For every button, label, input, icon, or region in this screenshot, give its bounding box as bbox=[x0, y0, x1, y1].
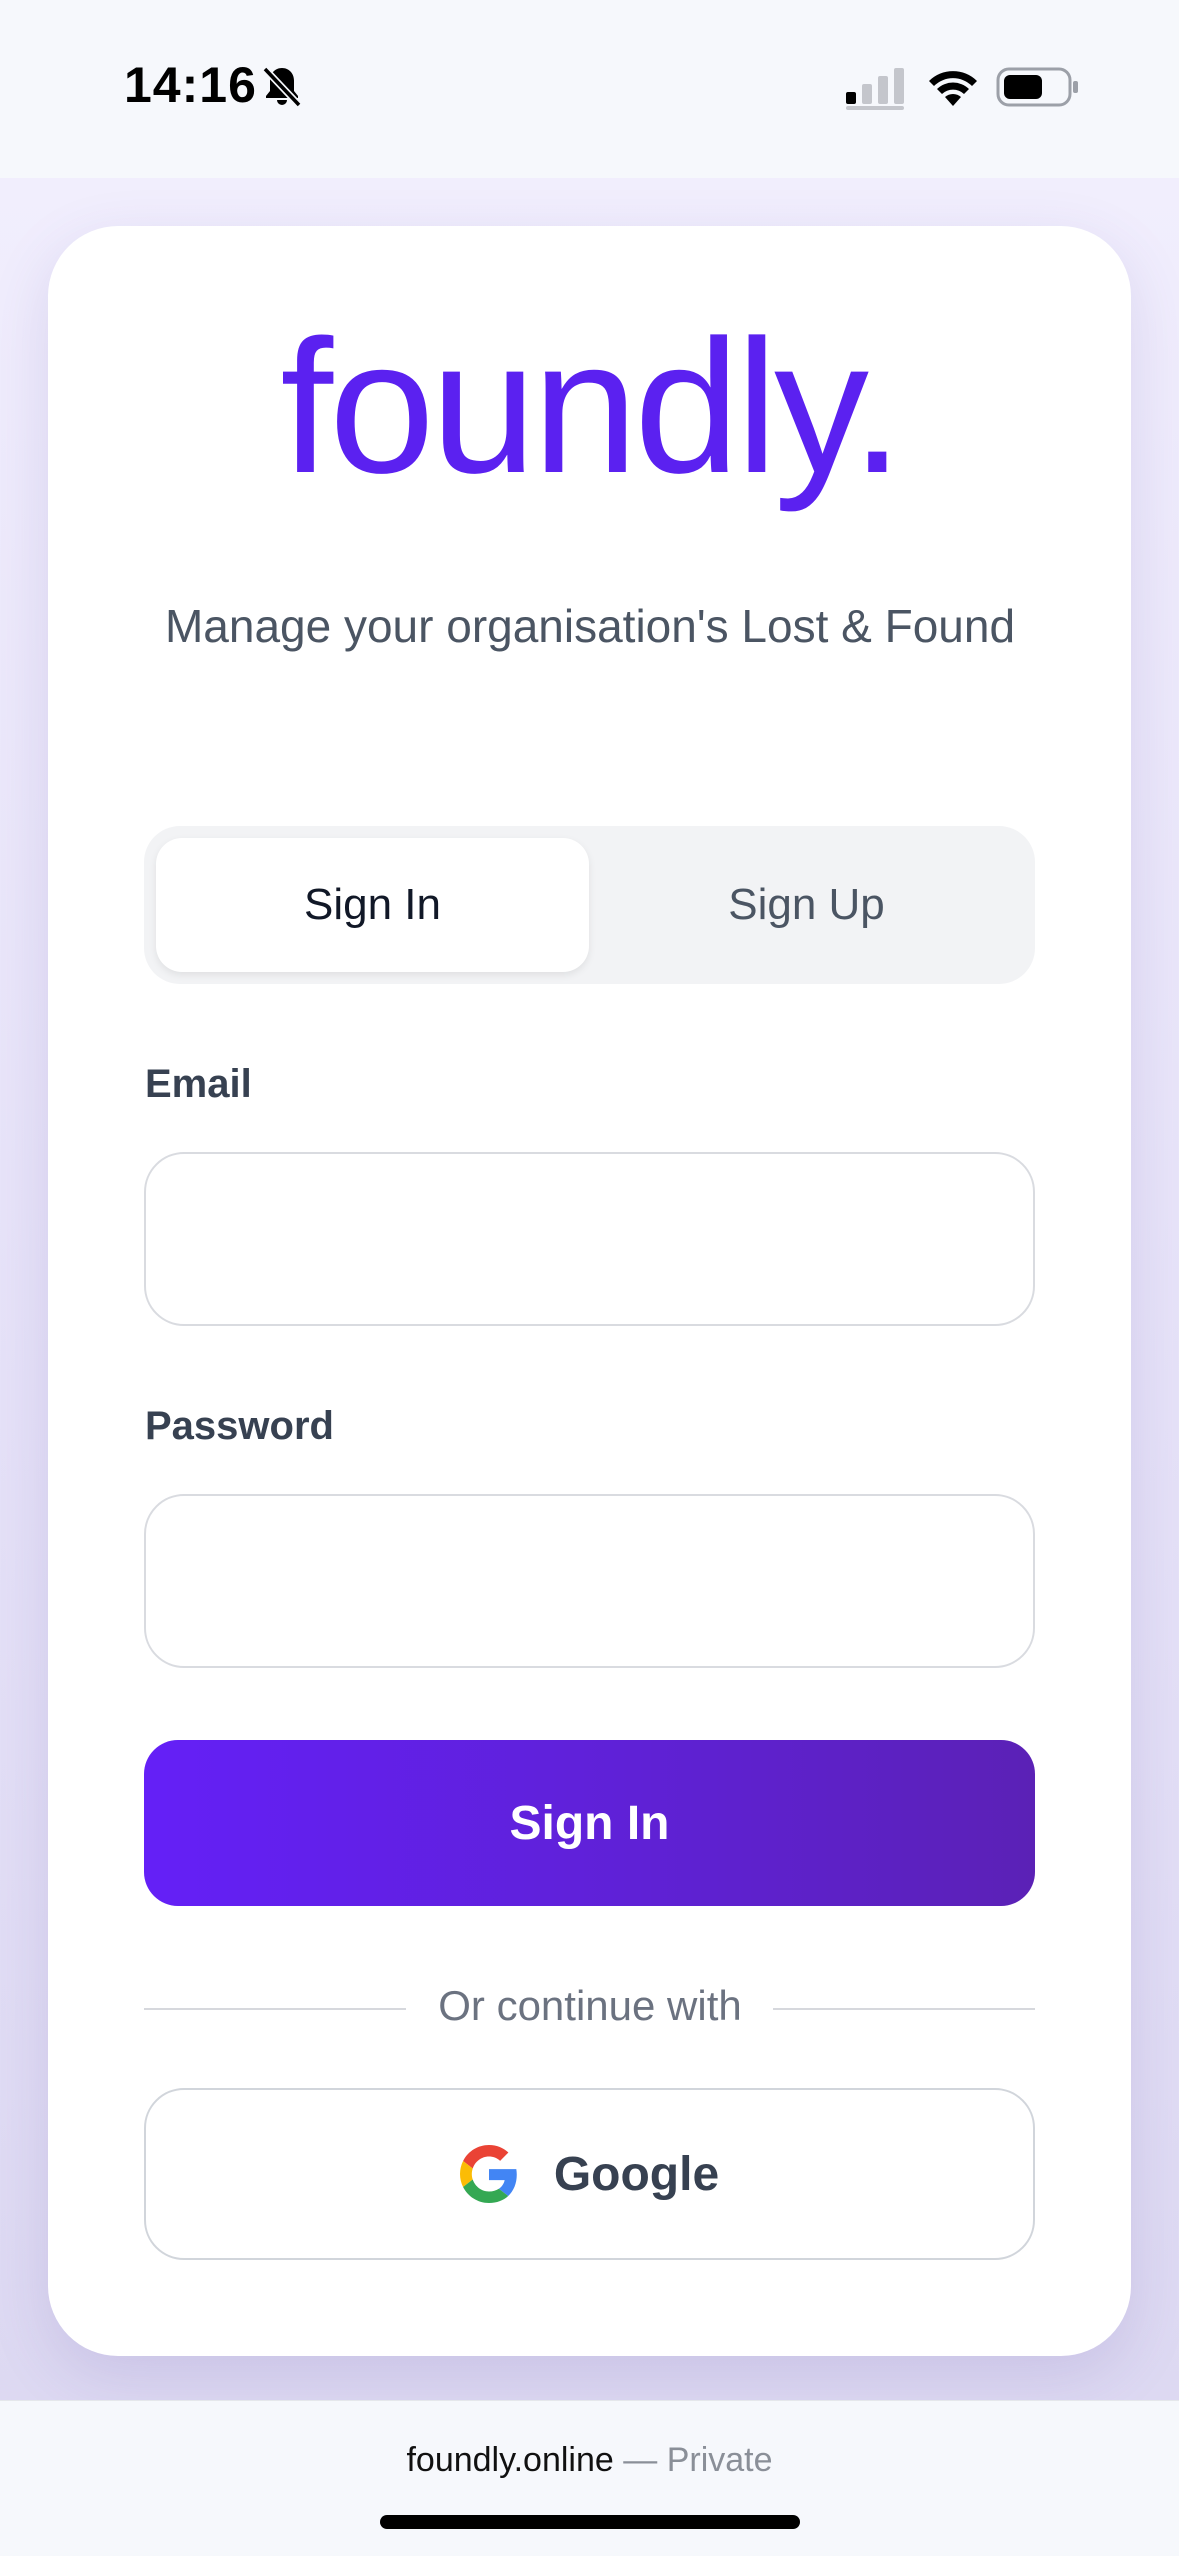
status-time: 14:16 bbox=[124, 57, 257, 113]
tagline: Manage your organisation's Lost & Found bbox=[164, 600, 1016, 652]
battery-icon bbox=[996, 67, 1078, 107]
tab-sign-in[interactable]: Sign In bbox=[156, 838, 589, 972]
google-sign-in-button[interactable]: Google bbox=[144, 2088, 1035, 2260]
divider-right bbox=[773, 2008, 1035, 2010]
private-mode-label: Private bbox=[666, 2441, 773, 2479]
logo-text: foundly. bbox=[280, 322, 899, 513]
bell-slash-icon bbox=[262, 66, 302, 108]
home-indicator[interactable] bbox=[380, 2515, 800, 2529]
url-domain: foundly.online bbox=[406, 2441, 614, 2479]
url-separator: — bbox=[623, 2441, 658, 2479]
status-bar: 14:16 bbox=[0, 0, 1179, 178]
google-icon bbox=[459, 2145, 517, 2203]
divider-left bbox=[144, 2008, 406, 2010]
password-field[interactable] bbox=[144, 1494, 1035, 1668]
password-label: Password bbox=[145, 1404, 334, 1448]
divider-text: Or continue with bbox=[438, 1982, 742, 2029]
signal-icon bbox=[846, 68, 904, 110]
auth-tabs: Sign In Sign Up bbox=[144, 826, 1035, 984]
email-field[interactable] bbox=[144, 1152, 1035, 1326]
address-bar[interactable]: foundly.online — Private bbox=[0, 2441, 1179, 2480]
google-button-label: Google bbox=[553, 2147, 720, 2201]
tab-sign-up[interactable]: Sign Up bbox=[590, 838, 1023, 972]
foundly-logo: foundly. bbox=[250, 301, 930, 522]
email-label: Email bbox=[145, 1062, 252, 1106]
wifi-icon bbox=[929, 71, 977, 106]
sign-in-button[interactable]: Sign In bbox=[144, 1740, 1035, 1906]
browser-bottom-bar: foundly.online — Private bbox=[0, 2400, 1179, 2556]
